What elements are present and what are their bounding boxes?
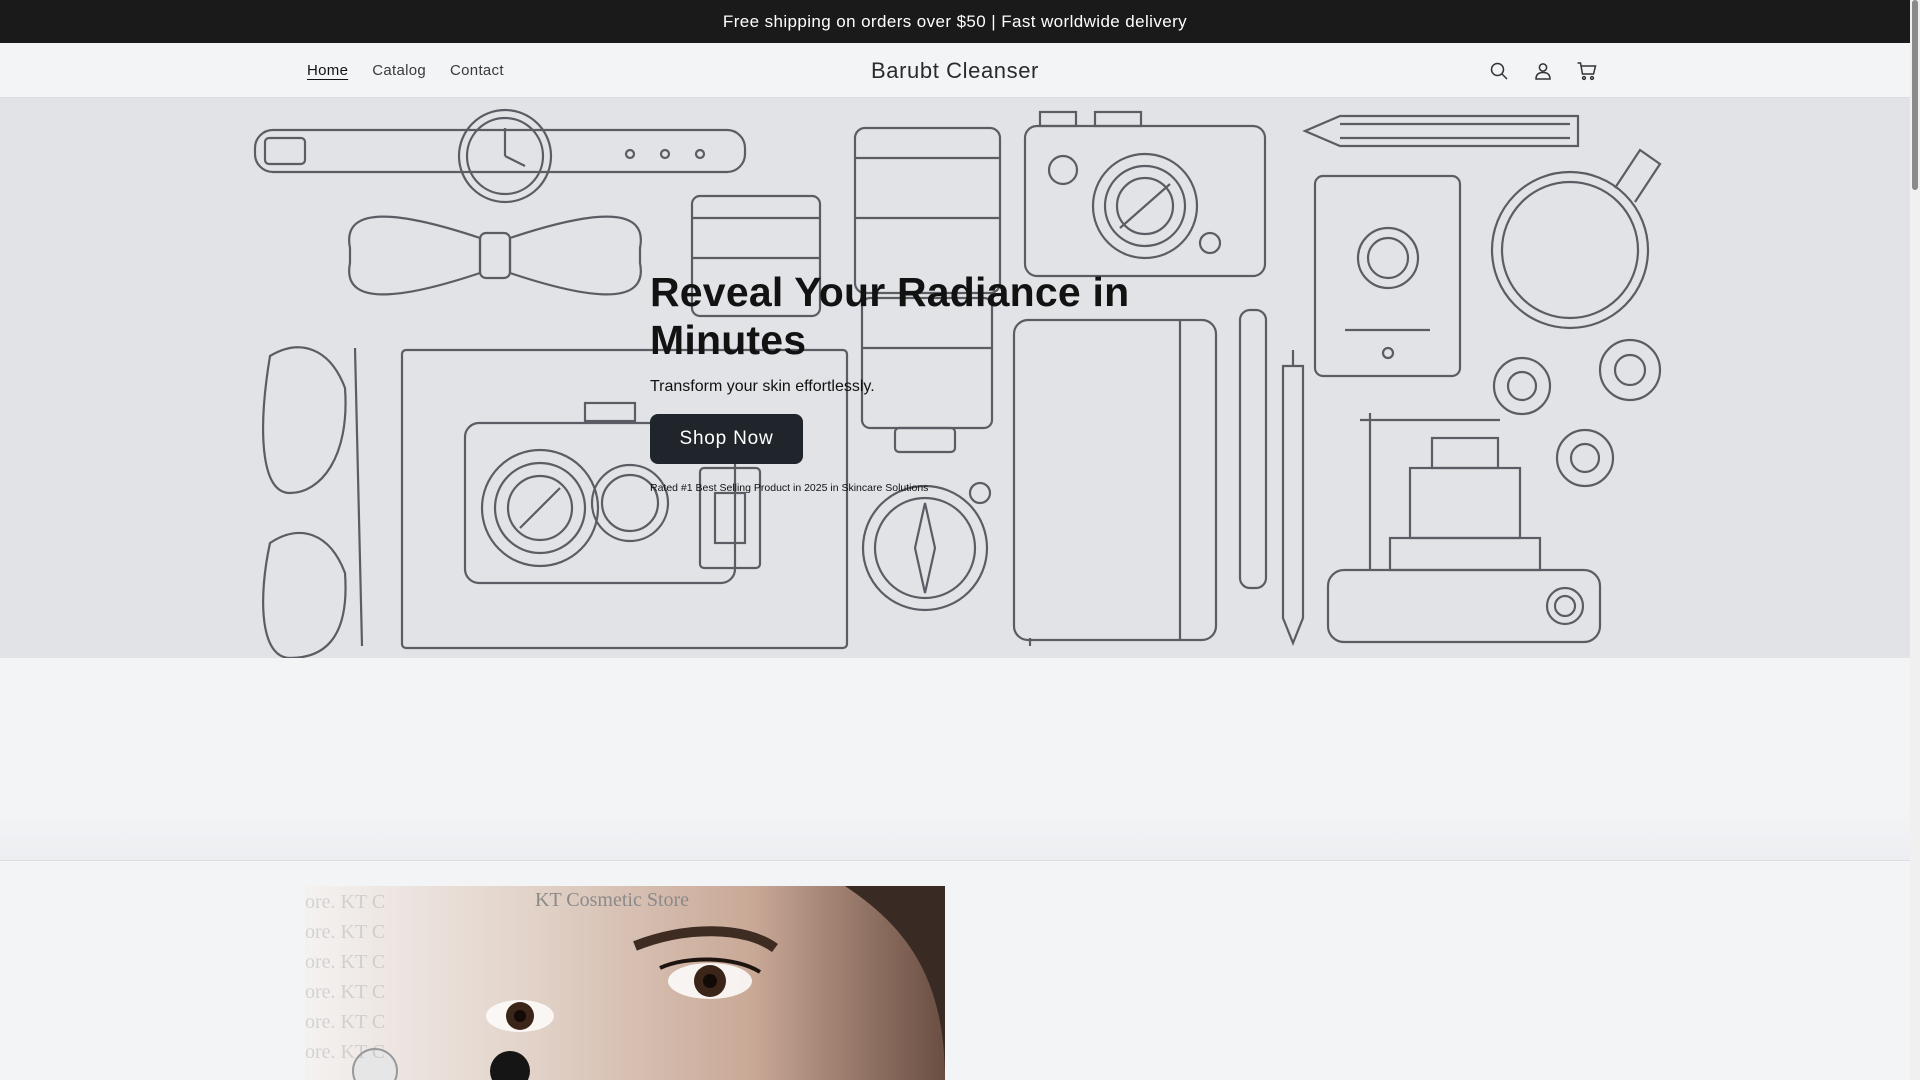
svg-text:ore. KT C: ore. KT C [305, 1011, 385, 1033]
scrollbar-thumb[interactable] [1912, 0, 1918, 190]
announcement-bar: Free shipping on orders over $50 | Fast … [0, 0, 1910, 43]
product-image[interactable]: ore. KT C ore. KT C ore. KT C ore. KT C … [305, 886, 945, 1080]
hero-title: Reveal Your Radiance in Minutes [650, 269, 1130, 363]
nav-contact[interactable]: Contact [438, 62, 516, 79]
nav-catalog[interactable]: Catalog [360, 62, 438, 79]
header-icons [1488, 43, 1598, 98]
account-icon[interactable] [1532, 60, 1554, 82]
passport-illustration [1313, 174, 1462, 378]
hero-rated-text: Rated #1 Best Selling Product in 2025 in… [650, 482, 929, 494]
magnifier-illustration [1490, 148, 1662, 330]
section-divider [0, 809, 1910, 861]
product-watermark: KT Cosmetic Store [535, 889, 689, 911]
svg-text:ore. KT C: ore. KT C [305, 981, 385, 1003]
main-nav: Home Catalog Contact [295, 43, 516, 98]
site-header: Home Catalog Contact Barubt Cleanser [0, 43, 1910, 98]
empty-section [0, 658, 1910, 809]
glasses-illustration [262, 346, 364, 658]
product-section [0, 861, 1910, 1080]
hero-subtitle: Transform your skin effortlessly. [650, 378, 875, 395]
svg-text:ore. KT C: ore. KT C [305, 891, 385, 913]
svg-text:ore. KT C: ore. KT C [305, 921, 385, 943]
cart-icon[interactable] [1576, 60, 1598, 82]
product-photo: ore. KT C ore. KT C ore. KT C ore. KT C … [305, 886, 945, 1080]
shop-now-button[interactable]: Shop Now [650, 414, 803, 464]
tape-illustration [1492, 338, 1662, 488]
svg-text:ore. KT C: ore. KT C [305, 1041, 385, 1063]
compass-illustration [861, 481, 992, 612]
camera-illustration [1023, 110, 1267, 278]
brand-logo-wrap: Barubt Cleanser [0, 43, 1910, 98]
watch-illustration [253, 108, 747, 204]
svg-text:ore. KT C: ore. KT C [305, 951, 385, 973]
hero-content: Reveal Your Radiance in Minutes Transfor… [650, 268, 1170, 494]
announcement-text: Free shipping on orders over $50 | Fast … [722, 11, 1188, 31]
brand-logo[interactable]: Barubt Cleanser [871, 58, 1039, 84]
nav-home[interactable]: Home [295, 62, 360, 79]
bowtie-illustration [348, 215, 642, 296]
search-icon[interactable] [1488, 60, 1510, 82]
pens-illustration [1238, 308, 1305, 646]
pencil-illustration [1302, 114, 1580, 148]
hero-banner: Reveal Your Radiance in Minutes Transfor… [0, 98, 1910, 658]
